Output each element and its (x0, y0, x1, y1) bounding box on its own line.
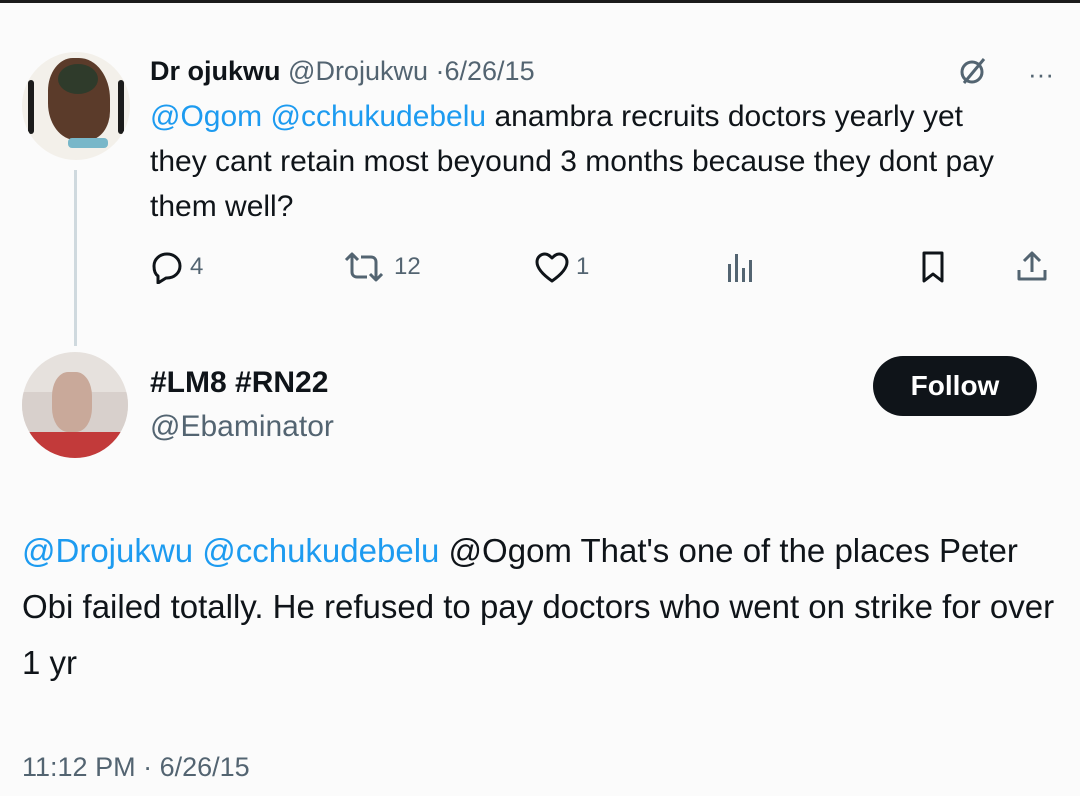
reply-count: 4 (190, 253, 204, 280)
retweet-count: 12 (394, 253, 421, 280)
more-icon[interactable]: ··· (1028, 59, 1054, 90)
bookmark-icon (922, 251, 944, 283)
tweet1-text: @Ogom @cchukudebelu anambra recruits doc… (150, 94, 1020, 229)
tweet2-display-name[interactable]: #LM8 #RN22 (150, 366, 328, 400)
tweet2-separator: · (143, 752, 153, 782)
tweet1-mention-cchukudebelu[interactable]: @cchukudebelu (271, 100, 487, 133)
follow-button[interactable]: Follow (873, 356, 1037, 416)
retweet-button[interactable]: 12 (340, 250, 421, 284)
share-button[interactable] (1014, 250, 1050, 284)
avatar-ebaminator[interactable] (22, 352, 128, 458)
tweet1-separator: · (435, 56, 445, 86)
tweet2-mention-cchukudebelu[interactable]: @cchukudebelu (202, 532, 439, 569)
tweet1-header: Dr ojukwu @Drojukwu ·6/26/15 (150, 56, 535, 87)
tweet1-mention-ogom[interactable]: @Ogom (150, 100, 262, 133)
tweet1-top-icons: ··· (958, 56, 1054, 93)
tweet2-text: @Drojukwu @cchukudebelu @Ogom That's one… (22, 523, 1062, 691)
like-count: 1 (576, 253, 590, 280)
tweet2-handle[interactable]: @Ebaminator (150, 410, 334, 444)
avatar-drojukwu[interactable] (22, 52, 130, 160)
tweet1-actions: 4 12 1 (150, 250, 1050, 290)
share-icon (1017, 251, 1047, 281)
bookmark-button[interactable] (916, 250, 950, 284)
top-border (0, 0, 1080, 3)
tweet2-time: 11:12 PM (22, 752, 136, 782)
grok-icon[interactable] (958, 56, 988, 93)
tweet1-date[interactable]: 6/26/15 (445, 56, 535, 86)
reply-button[interactable]: 4 (150, 250, 203, 284)
tweet2-mention-drojukwu[interactable]: @Drojukwu (22, 532, 193, 569)
like-button[interactable]: 1 (534, 250, 589, 284)
tweet1-handle[interactable]: @Drojukwu (288, 56, 428, 86)
retweet-icon (344, 252, 384, 282)
thread-connector (74, 170, 77, 346)
tweet2-timestamp[interactable]: 11:12 PM · 6/26/15 (22, 752, 250, 783)
views-button[interactable] (722, 250, 764, 284)
tweet1-display-name[interactable]: Dr ojukwu (150, 56, 281, 86)
views-icon (728, 254, 752, 282)
reply-icon (152, 252, 182, 284)
tweet2-date: 6/26/15 (159, 752, 250, 782)
like-icon (535, 252, 569, 283)
